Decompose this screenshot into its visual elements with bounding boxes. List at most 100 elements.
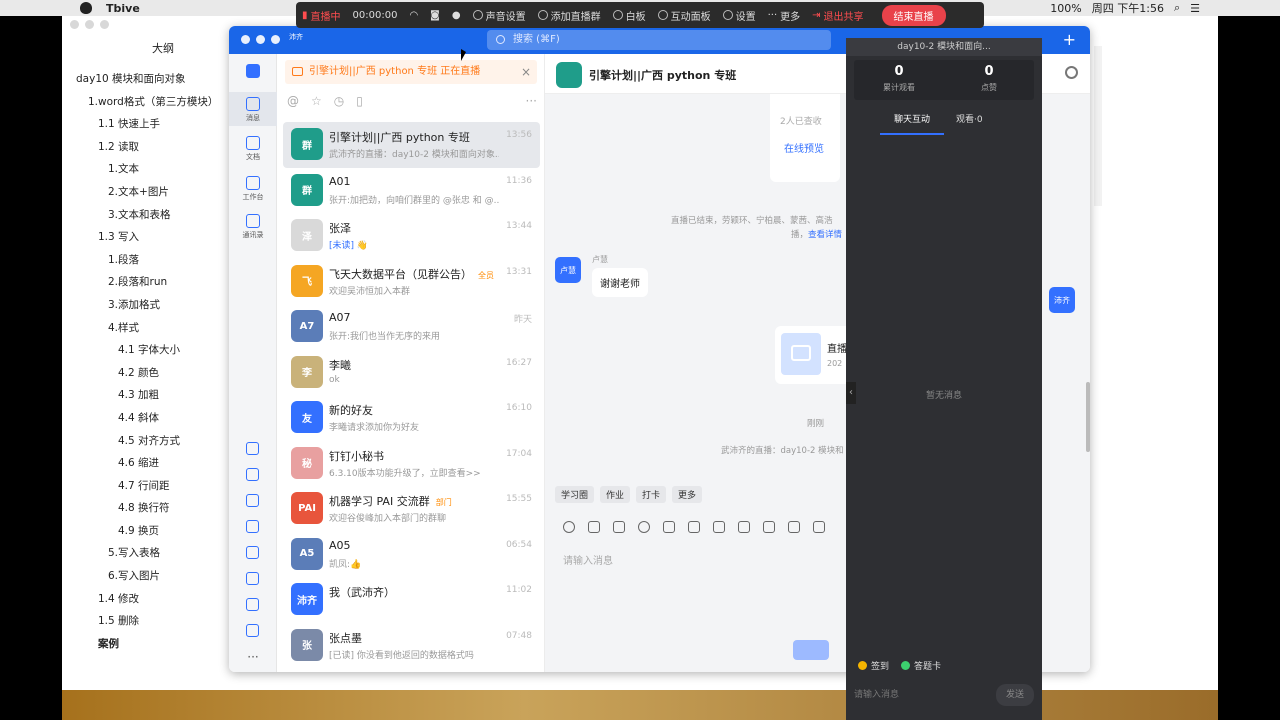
conversation-item[interactable]: 沛齐 我（武沛齐） 11:02 <box>283 577 540 623</box>
quick-tag[interactable]: 学习圈 <box>555 486 595 503</box>
conversation-item[interactable]: 群 A01 张开:加把劲，向咱们群里的 @张忠 和 @... 11:36 <box>283 168 540 214</box>
minimize-light-icon[interactable] <box>256 35 265 44</box>
outline-item[interactable]: 4.4 斜体 <box>76 407 236 430</box>
quiz-button[interactable]: 答题卡 <box>901 659 941 672</box>
outline-item[interactable]: 4.6 缩进 <box>76 452 236 475</box>
outline-item[interactable]: 4.5 对齐方式 <box>76 430 236 453</box>
close-light-icon[interactable] <box>70 20 79 29</box>
todo-icon[interactable] <box>246 494 259 507</box>
star-icon[interactable]: ☆ <box>311 94 322 110</box>
outline-item[interactable]: 1.4 修改 <box>76 588 236 611</box>
whiteboard-button[interactable]: 白板 <box>612 8 646 23</box>
conversation-item[interactable]: 秘钉钉小秘书 6.3.10版本功能升级了，立即查看>> 17:04 <box>283 441 540 487</box>
plus-icon[interactable]: + <box>1063 30 1076 49</box>
apps-grid-button[interactable] <box>229 64 277 80</box>
conversation-item[interactable]: 张张点墨 [已读] 你没看到他返回的数据格式吗 07:48 <box>283 623 540 669</box>
conversation-item[interactable]: 泽张泽 [未读] 👋 13:44 <box>283 213 540 259</box>
conversation-item[interactable]: A5 A05 凯凤:👍 06:54 <box>283 532 540 578</box>
outline-item[interactable]: 3.添加格式 <box>76 294 236 317</box>
gear-icon[interactable] <box>1065 66 1078 79</box>
interact-panel-button[interactable]: 互动面板 <box>657 8 711 23</box>
cloud-icon[interactable] <box>246 442 259 455</box>
outline-item[interactable]: 1.段落 <box>76 249 236 272</box>
outline-item[interactable]: 1.文本 <box>76 158 236 181</box>
quick-tag[interactable]: 作业 <box>600 486 631 503</box>
calendar-icon[interactable] <box>246 468 259 481</box>
spotlight-icon[interactable]: ⌕ <box>1174 1 1180 15</box>
more-icon[interactable]: ··· <box>229 650 277 664</box>
conversation-item[interactable]: 飞飞天大数据平台（见群公告） 全员 欢迎吴沛恒加入本群 13:31 <box>283 259 540 305</box>
user-avatar[interactable]: 沛齐 <box>289 32 303 42</box>
camera-icon[interactable]: ◙ <box>430 10 440 21</box>
zoom-light-icon[interactable] <box>271 35 280 44</box>
checkbox-icon[interactable] <box>713 521 725 533</box>
folder-icon[interactable] <box>246 624 259 637</box>
mention-icon[interactable] <box>638 521 650 533</box>
control-center-icon[interactable]: ☰ <box>1190 2 1200 15</box>
self-avatar[interactable]: 沛齐 <box>1049 287 1075 313</box>
outline-item[interactable]: 案例 <box>76 633 236 656</box>
conversation-item[interactable]: 友新的好友 李曦请求添加你为好友 16:10 <box>283 395 540 441</box>
sender-avatar[interactable]: 卢慧 <box>555 257 581 283</box>
outline-item[interactable]: 1.5 删除 <box>76 610 236 633</box>
mic-icon[interactable]: ● <box>452 10 461 21</box>
more-button[interactable]: ··· 更多 <box>768 8 801 23</box>
outline-item[interactable]: 4.2 颜色 <box>76 362 236 385</box>
live-card[interactable]: 直播 202 <box>775 326 855 384</box>
outline-item[interactable]: 6.写入图片 <box>76 565 236 588</box>
clock[interactable]: 周四 下午1:56 <box>1092 0 1164 16</box>
chat-scrollbar[interactable] <box>1086 382 1090 452</box>
message-input[interactable]: 请输入消息 <box>563 552 613 567</box>
chat-title[interactable]: 引擎计划||广西 python 专班 <box>589 67 736 83</box>
add-group-button[interactable]: 添加直播群 <box>537 8 601 23</box>
app-name[interactable]: Tbive <box>106 2 140 15</box>
outline-item[interactable]: 5.写入表格 <box>76 542 236 565</box>
phone-icon[interactable] <box>788 521 800 533</box>
outline-item[interactable]: 1.2 读取 <box>76 136 236 159</box>
panel-comment-input[interactable]: 请输入消息 发送 <box>854 684 1034 706</box>
outline-item[interactable]: 2.段落和run <box>76 271 236 294</box>
outline-item[interactable]: 2.文本+图片 <box>76 181 236 204</box>
ding-icon[interactable] <box>246 520 259 533</box>
stop-share-button[interactable]: ⇥ 退出共享 <box>812 8 863 23</box>
quick-tag[interactable]: 更多 <box>672 486 703 503</box>
conversation-item[interactable]: PAI 机器学习 PAI 交流群 部门 欢迎谷俊峰加入本部门的群聊 15:55 <box>283 486 540 532</box>
preview-link[interactable]: 在线预览 <box>784 140 824 155</box>
apple-icon[interactable] <box>80 2 92 14</box>
rail-docs[interactable]: 文档 <box>229 136 277 162</box>
minimize-light-icon[interactable] <box>85 20 94 29</box>
live-banner[interactable]: 引擎计划||广西 python 专班 正在直播 × <box>285 60 537 84</box>
group-avatar[interactable] <box>556 62 582 88</box>
outline-item[interactable]: 1.3 写入 <box>76 226 236 249</box>
conversation-item[interactable]: 群引擎计划||广西 python 专班 武沛齐的直播：day10-2 模块和面向对… <box>283 122 540 168</box>
mail-icon[interactable] <box>246 546 259 559</box>
sound-settings-button[interactable]: 声音设置 <box>472 8 526 23</box>
rail-messages[interactable]: 消息 <box>229 92 277 126</box>
thumbs-up-icon[interactable] <box>588 521 600 533</box>
outline-item[interactable]: 4.7 行间距 <box>76 475 236 498</box>
settings-button[interactable]: 设置 <box>722 8 756 23</box>
outline-item[interactable]: 4.1 字体大小 <box>76 339 236 362</box>
zoom-light-icon[interactable] <box>100 20 109 29</box>
outline-item[interactable]: 4.样式 <box>76 317 236 340</box>
rail-workbench[interactable]: 工作台 <box>229 176 277 202</box>
phone-icon[interactable] <box>246 572 259 585</box>
wifi-icon[interactable]: ◠ <box>409 10 418 21</box>
outline-item[interactable]: 4.9 换页 <box>76 520 236 543</box>
view-details-link[interactable]: 查看详情 <box>808 230 842 240</box>
search-input[interactable]: 搜索 (⌘F) <box>487 30 831 50</box>
outline-item[interactable]: 3.文本和表格 <box>76 204 236 227</box>
mail-icon[interactable] <box>813 521 825 533</box>
conversation-item[interactable]: A7 A07 张开:我们也当作无序的来用 昨天 <box>283 304 540 350</box>
close-icon[interactable]: × <box>521 60 531 84</box>
outline-item[interactable]: 4.8 换行符 <box>76 497 236 520</box>
checkin-button[interactable]: 签到 <box>858 659 889 672</box>
outline-item[interactable]: 1.word格式（第三方模块） <box>76 91 236 114</box>
clock-icon[interactable]: ◷ <box>334 94 344 110</box>
scissors-icon[interactable] <box>613 521 625 533</box>
tab-watch[interactable]: 观看·0 <box>956 112 1001 135</box>
lightning-icon[interactable] <box>738 521 750 533</box>
message-bubble[interactable]: 谢谢老师 <box>592 268 648 297</box>
calendar-icon[interactable] <box>688 521 700 533</box>
panel-title[interactable]: day10-2 模块和面向... <box>846 38 1042 56</box>
